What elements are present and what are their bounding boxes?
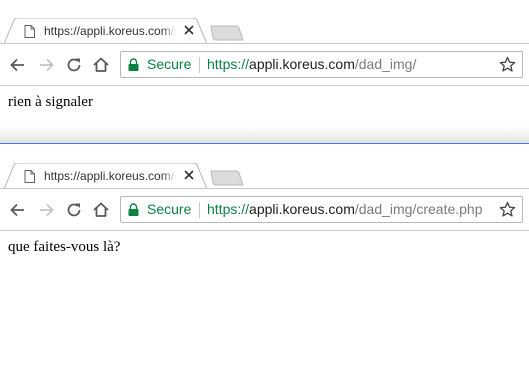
back-button[interactable] [8, 200, 28, 220]
tab-title: https://appli.koreus.com/dad_img/create.… [44, 169, 176, 183]
tab-title: https://appli.koreus.com/dad_img/ [44, 24, 176, 38]
toolbar: Secure https://appli.koreus.com/dad_img/… [0, 189, 529, 231]
page-text: que faites-vous là? [8, 239, 121, 255]
lock-icon [128, 203, 139, 216]
page-text: rien à signaler [8, 94, 93, 110]
url-text[interactable]: https://appli.koreus.com/dad_img/ [207, 56, 416, 72]
browser-window-top: https://appli.koreus.com/dad_img/ [0, 0, 529, 140]
page-content: rien à signaler [0, 86, 529, 127]
close-icon[interactable] [182, 168, 196, 182]
home-icon [93, 57, 109, 72]
page-icon [24, 170, 35, 183]
browser-window-bottom: https://appli.koreus.com/dad_img/create.… [0, 145, 529, 385]
forward-arrow-icon [40, 203, 54, 217]
new-tab-button[interactable] [210, 170, 244, 186]
secure-label: Secure [147, 201, 192, 217]
back-arrow-icon [10, 58, 24, 72]
home-icon [93, 202, 109, 217]
star-icon[interactable] [499, 56, 516, 73]
url-path: /dad_img/ [354, 56, 417, 72]
reload-button[interactable] [64, 55, 84, 75]
back-arrow-icon [10, 203, 24, 217]
reload-icon [67, 203, 81, 217]
tab-strip: https://appli.koreus.com/dad_img/ [0, 0, 529, 44]
back-button[interactable] [8, 55, 28, 75]
new-tab-button[interactable] [210, 25, 244, 41]
window-divider-line [0, 143, 529, 144]
forward-button[interactable] [36, 55, 56, 75]
omnibox-separator [199, 202, 200, 218]
url-host: appli.koreus.com [249, 56, 355, 72]
url-scheme: https:// [207, 56, 250, 72]
reload-button[interactable] [64, 200, 84, 220]
url-path: /dad_img/create.php [354, 201, 483, 217]
url-scheme: https:// [207, 201, 250, 217]
page-icon [24, 25, 35, 38]
secure-label: Secure [147, 56, 192, 72]
close-icon[interactable] [182, 23, 196, 37]
tab-active[interactable]: https://appli.koreus.com/dad_img/ [4, 18, 209, 44]
address-bar[interactable]: Secure https://appli.koreus.com/dad_img/ [120, 51, 523, 78]
forward-button[interactable] [36, 200, 56, 220]
home-button[interactable] [91, 55, 111, 75]
window-divider-shadow [0, 127, 529, 143]
tab-active[interactable]: https://appli.koreus.com/dad_img/create.… [4, 163, 209, 189]
lock-icon [128, 58, 139, 71]
page-content: que faites-vous là? [0, 231, 529, 385]
url-host: appli.koreus.com [249, 201, 355, 217]
reload-icon [67, 58, 81, 72]
omnibox-separator [199, 57, 200, 73]
toolbar: Secure https://appli.koreus.com/dad_img/ [0, 44, 529, 86]
star-icon[interactable] [499, 201, 516, 218]
tab-strip: https://appli.koreus.com/dad_img/create.… [0, 145, 529, 189]
address-bar[interactable]: Secure https://appli.koreus.com/dad_img/… [120, 196, 523, 223]
forward-arrow-icon [40, 58, 54, 72]
home-button[interactable] [91, 200, 111, 220]
url-text[interactable]: https://appli.koreus.com/dad_img/create.… [207, 201, 483, 217]
